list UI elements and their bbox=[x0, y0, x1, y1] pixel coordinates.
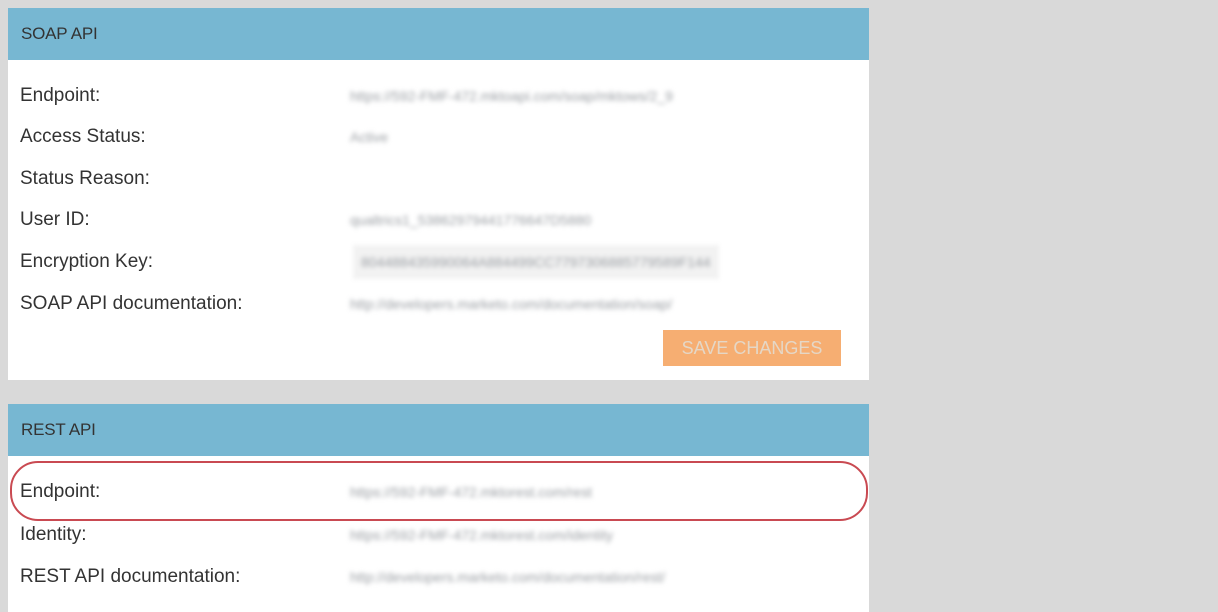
soap-status-reason-row: Status Reason: bbox=[20, 165, 860, 193]
save-changes-button[interactable]: SAVE CHANGES bbox=[663, 330, 841, 366]
soap-encryption-key-row: Encryption Key: 804488435990064A884499CC… bbox=[20, 245, 860, 279]
soap-endpoint-label: Endpoint: bbox=[20, 85, 101, 106]
soap-access-status-row: Access Status: Active bbox=[20, 123, 860, 151]
soap-documentation-link[interactable]: http://developers.marketo.com/documentat… bbox=[350, 290, 672, 318]
rest-identity-row: Identity: https://592-FMF-472.mktorest.c… bbox=[20, 521, 860, 549]
soap-access-status-label: Access Status: bbox=[20, 126, 146, 147]
rest-identity-label: Identity: bbox=[20, 524, 87, 545]
page: SOAP API Endpoint: https://592-FMF-472.m… bbox=[0, 0, 1218, 612]
soap-encryption-key-field[interactable]: 804488435990064A884499CC7797306885779589… bbox=[353, 245, 719, 279]
soap-documentation-label: SOAP API documentation: bbox=[20, 293, 243, 314]
soap-user-id-value: qualtrics1_53862979441776647D5880 bbox=[350, 212, 592, 228]
soap-endpoint-value: https://592-FMF-472.mktoapi.com/soap/mkt… bbox=[350, 88, 673, 104]
soap-documentation-row: SOAP API documentation: http://developer… bbox=[20, 290, 860, 318]
rest-endpoint-label: Endpoint: bbox=[20, 481, 101, 502]
rest-documentation-link[interactable]: http://developers.marketo.com/documentat… bbox=[350, 563, 665, 591]
soap-endpoint-row: Endpoint: https://592-FMF-472.mktoapi.co… bbox=[20, 82, 860, 110]
soap-api-panel: SOAP API Endpoint: https://592-FMF-472.m… bbox=[8, 8, 869, 380]
rest-endpoint-row: Endpoint: https://592-FMF-472.mktorest.c… bbox=[20, 478, 860, 506]
soap-encryption-key-label: Encryption Key: bbox=[20, 251, 154, 272]
soap-api-header: SOAP API bbox=[8, 8, 869, 60]
rest-api-panel: REST API Endpoint: https://592-FMF-472.m… bbox=[8, 404, 869, 612]
soap-user-id-row: User ID: qualtrics1_53862979441776647D58… bbox=[20, 206, 860, 234]
soap-status-reason-label: Status Reason: bbox=[20, 168, 150, 189]
rest-documentation-label: REST API documentation: bbox=[20, 566, 241, 587]
rest-api-header: REST API bbox=[8, 404, 869, 456]
soap-access-status-value: Active bbox=[350, 129, 389, 145]
rest-documentation-row: REST API documentation: http://developer… bbox=[20, 563, 860, 591]
rest-endpoint-value: https://592-FMF-472.mktorest.com/rest bbox=[350, 484, 592, 500]
soap-user-id-label: User ID: bbox=[20, 209, 90, 230]
rest-identity-value: https://592-FMF-472.mktorest.com/identit… bbox=[350, 527, 613, 543]
